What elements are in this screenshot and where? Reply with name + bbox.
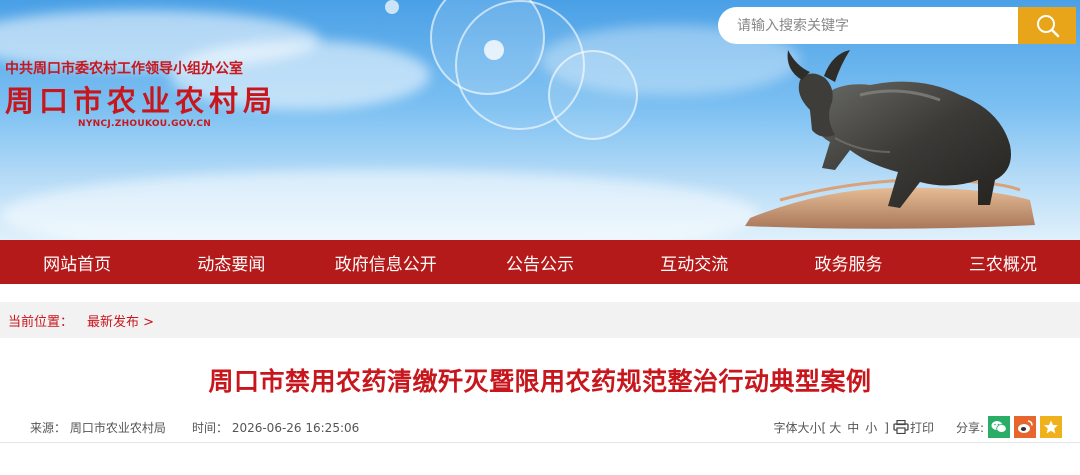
nav-item-interaction[interactable]: 互动交流 — [617, 240, 771, 284]
wechat-icon — [991, 421, 1007, 433]
cloud-decoration — [0, 170, 760, 240]
font-size-control: 字体大小[大中小] — [770, 419, 889, 436]
nav-item-agriculture[interactable]: 三农概况 — [926, 240, 1080, 284]
bubble-decoration — [385, 0, 399, 14]
nav-item-home[interactable]: 网站首页 — [0, 240, 154, 284]
share-label: 分享: — [955, 420, 984, 435]
printer-icon — [893, 420, 909, 434]
print-label: 打印 — [909, 420, 934, 435]
header-banner: 中共周口市委农村工作领导小组办公室 周口市农业农村局 NYNCJ.ZHOUKOU… — [0, 0, 1080, 240]
breadcrumb-label: 当前位置： — [8, 314, 74, 330]
bubble-decoration — [548, 50, 638, 140]
favorite-button[interactable] — [1040, 416, 1062, 438]
article-title: 周口市禁用农药清缴歼灭暨限用农药规范整治行动典型案例 — [208, 367, 872, 396]
site-name: 周口市农业农村局 — [5, 84, 278, 118]
share-wechat-button[interactable] — [988, 416, 1010, 438]
meta-divider — [0, 442, 1080, 443]
nav-item-news[interactable]: 动态要闻 — [154, 240, 308, 284]
org-name: 中共周口市委农村工作领导小组办公室 — [5, 61, 243, 77]
nav-item-gov-info[interactable]: 政府信息公开 — [309, 240, 463, 284]
nav-item-services[interactable]: 政务服务 — [771, 240, 925, 284]
breadcrumb: 当前位置： 最新发布 > — [0, 302, 1080, 338]
bull-sculpture-image — [745, 50, 1035, 229]
article-source: 来源： 周口市农业农村局 — [30, 421, 166, 435]
font-small-button[interactable]: 小 — [865, 421, 877, 435]
bubble-decoration — [484, 40, 504, 60]
article-meta: 来源： 周口市农业农村局 时间： 2026-06-26 16:25:06 字体大… — [0, 415, 1080, 439]
weibo-icon — [1018, 420, 1033, 433]
article-tools: 字体大小[大中小] 打印 分享: — [766, 415, 1062, 439]
search-button[interactable] — [1018, 7, 1076, 44]
breadcrumb-link-latest[interactable]: 最新发布 > — [87, 311, 154, 330]
share-weibo-button[interactable] — [1014, 416, 1036, 438]
font-size-suffix: ] — [884, 420, 889, 435]
main-nav: 网站首页 动态要闻 政府信息公开 公告公示 互动交流 政务服务 三农概况 — [0, 240, 1080, 284]
article-time: 时间： 2026-06-26 16:25:06 — [192, 421, 360, 435]
print-button[interactable]: 打印 — [893, 419, 934, 436]
search-bar — [718, 7, 1076, 44]
nav-item-notices[interactable]: 公告公示 — [463, 240, 617, 284]
font-size-label: 字体大小[ — [773, 420, 827, 435]
font-large-button[interactable]: 大 — [829, 421, 841, 435]
search-icon — [1037, 14, 1060, 37]
site-domain: NYNCJ.ZHOUKOU.GOV.CN — [78, 119, 212, 129]
search-input[interactable] — [718, 7, 1018, 44]
star-icon — [1044, 420, 1058, 434]
font-medium-button[interactable]: 中 — [847, 421, 859, 435]
